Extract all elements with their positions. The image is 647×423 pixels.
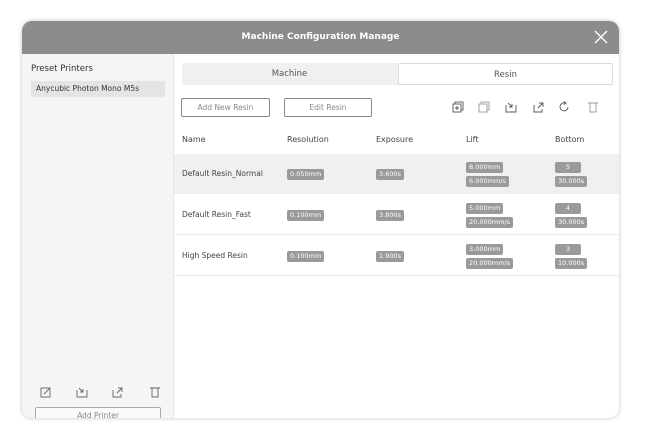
add-printer-button[interactable]: Add Printer — [35, 407, 161, 418]
add-new-resin-button[interactable]: Add New Resin — [181, 98, 270, 117]
delete-icon[interactable] — [149, 386, 161, 398]
bottom-layers-badge: 4 — [555, 203, 581, 214]
bottom-exposure-badge: 30.000s — [555, 176, 588, 187]
printer-item[interactable]: Anycubic Photon Mono M5s — [31, 81, 165, 97]
resin-delete-icon[interactable] — [587, 101, 599, 113]
bottom-exposure-badge: 10.000s — [555, 258, 588, 269]
bottom-exposure-badge: 30.000s — [555, 217, 588, 228]
table-header: Name Resolution Exposure Lift Bottom — [174, 135, 619, 153]
sidebar-title: Preset Printers — [31, 64, 93, 74]
lift-distance-badge: 8.000mm — [466, 162, 504, 173]
col-exposure: Exposure — [376, 135, 414, 144]
add-copy-icon[interactable] — [452, 101, 464, 113]
table-row[interactable]: High Speed Resin 0.100mm 1.900s 3.000mm … — [174, 236, 619, 276]
col-name: Name — [182, 135, 206, 144]
exposure-badge: 3.600s — [376, 169, 404, 180]
tab-resin[interactable]: Resin — [398, 63, 613, 85]
resin-export-icon[interactable] — [533, 101, 545, 113]
col-bottom: Bottom — [555, 135, 585, 144]
col-lift: Lift — [466, 135, 479, 144]
tab-machine[interactable]: Machine — [182, 63, 397, 85]
edit-resin-button[interactable]: Edit Resin — [284, 98, 372, 117]
exposure-badge: 1.900s — [376, 251, 404, 262]
reset-icon[interactable] — [559, 101, 571, 113]
resolution-badge: 0.050mm — [287, 169, 325, 180]
config-dialog: Machine Configuration Manage Preset Prin… — [22, 21, 619, 418]
lift-distance-badge: 5.000mm — [466, 203, 504, 214]
edit-icon[interactable] — [40, 386, 52, 398]
tab-bar: Machine Resin — [182, 63, 613, 85]
resolution-badge: 0.100mm — [287, 251, 325, 262]
col-resolution: Resolution — [287, 135, 329, 144]
lift-speed-badge: 6.000mm/s — [466, 176, 509, 187]
resolution-badge: 0.100mm — [287, 210, 325, 221]
lift-distance-badge: 3.000mm — [466, 244, 504, 255]
bottom-layers-badge: 3 — [555, 244, 581, 255]
sidebar: Preset Printers Anycubic Photon Mono M5s… — [22, 54, 173, 418]
export-icon[interactable] — [112, 386, 124, 398]
exposure-badge: 3.800s — [376, 210, 404, 221]
dialog-title: Machine Configuration Manage — [241, 32, 400, 42]
table-row[interactable]: Default Resin_Fast 0.100mm 3.800s 5.000m… — [174, 195, 619, 235]
import-icon[interactable] — [76, 386, 88, 398]
close-icon[interactable] — [593, 29, 609, 45]
lift-speed-badge: 20.000mm/s — [466, 258, 513, 269]
bottom-layers-badge: 5 — [555, 162, 581, 173]
resin-name: Default Resin_Fast — [182, 210, 251, 219]
resin-name: High Speed Resin — [182, 251, 248, 260]
duplicate-icon[interactable] — [478, 101, 490, 113]
title-bar: Machine Configuration Manage — [22, 21, 619, 54]
resin-name: Default Resin_Normal — [182, 169, 263, 178]
resin-import-icon[interactable] — [505, 101, 517, 113]
lift-speed-badge: 20.000mm/s — [466, 217, 513, 228]
table-row[interactable]: Default Resin_Normal 0.050mm 3.600s 8.00… — [174, 154, 619, 194]
